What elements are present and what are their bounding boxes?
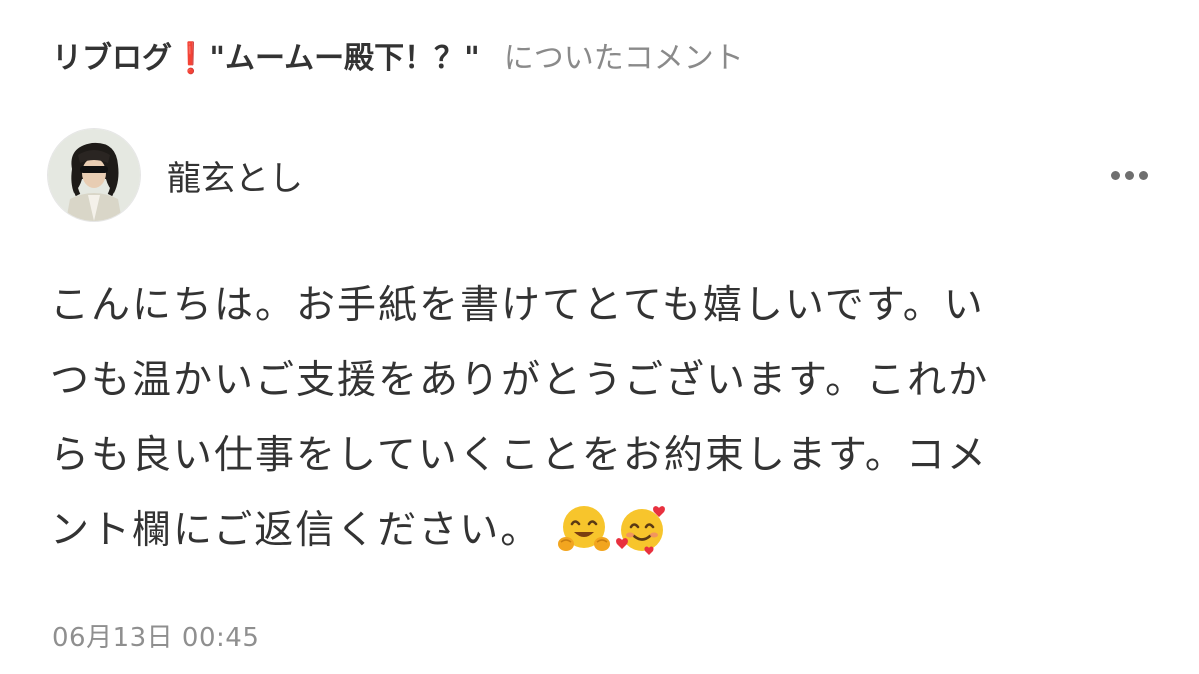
more-horizontal-icon-dot xyxy=(1138,170,1148,180)
comment-author-row: 龍玄とし xyxy=(47,128,1157,222)
comment-line: らも良い仕事をしていくことをお約束します。コメ xyxy=(50,433,988,478)
comment-line-text: ント欄にご返信ください。 xyxy=(50,508,542,553)
avatar-image xyxy=(48,129,140,221)
header-suffix: についたコメント xyxy=(503,41,744,76)
more-options-button[interactable] xyxy=(1101,155,1157,195)
avatar[interactable] xyxy=(47,128,141,222)
more-horizontal-icon-dot xyxy=(1124,170,1134,180)
comment-line: こんにちは。お手紙を書けてとても嬉しいです。い xyxy=(50,283,985,328)
hugging-face-emoji-icon xyxy=(558,505,611,551)
more-horizontal-icon-dot xyxy=(1110,170,1120,180)
comment-line-last: ント欄にご返信ください。 xyxy=(50,493,1160,568)
comment-timestamp: 06月13日 00:45 xyxy=(52,623,260,653)
reblog-title-link[interactable]: リブログ❗"ムームー殿下！？" xyxy=(52,33,480,77)
author-name[interactable]: 龍玄とし xyxy=(167,151,303,200)
comment-header: リブログ❗"ムームー殿下！？" についたコメント xyxy=(52,30,744,80)
smiling-face-with-hearts-emoji-icon xyxy=(616,505,666,555)
emoji-row xyxy=(557,489,673,564)
comment-text: こんにちは。お手紙を書けてとても嬉しいです。い つも温かいご支援をありがとうござ… xyxy=(50,268,1160,568)
comment-line: つも温かいご支援をありがとうございます。これか xyxy=(50,358,990,403)
